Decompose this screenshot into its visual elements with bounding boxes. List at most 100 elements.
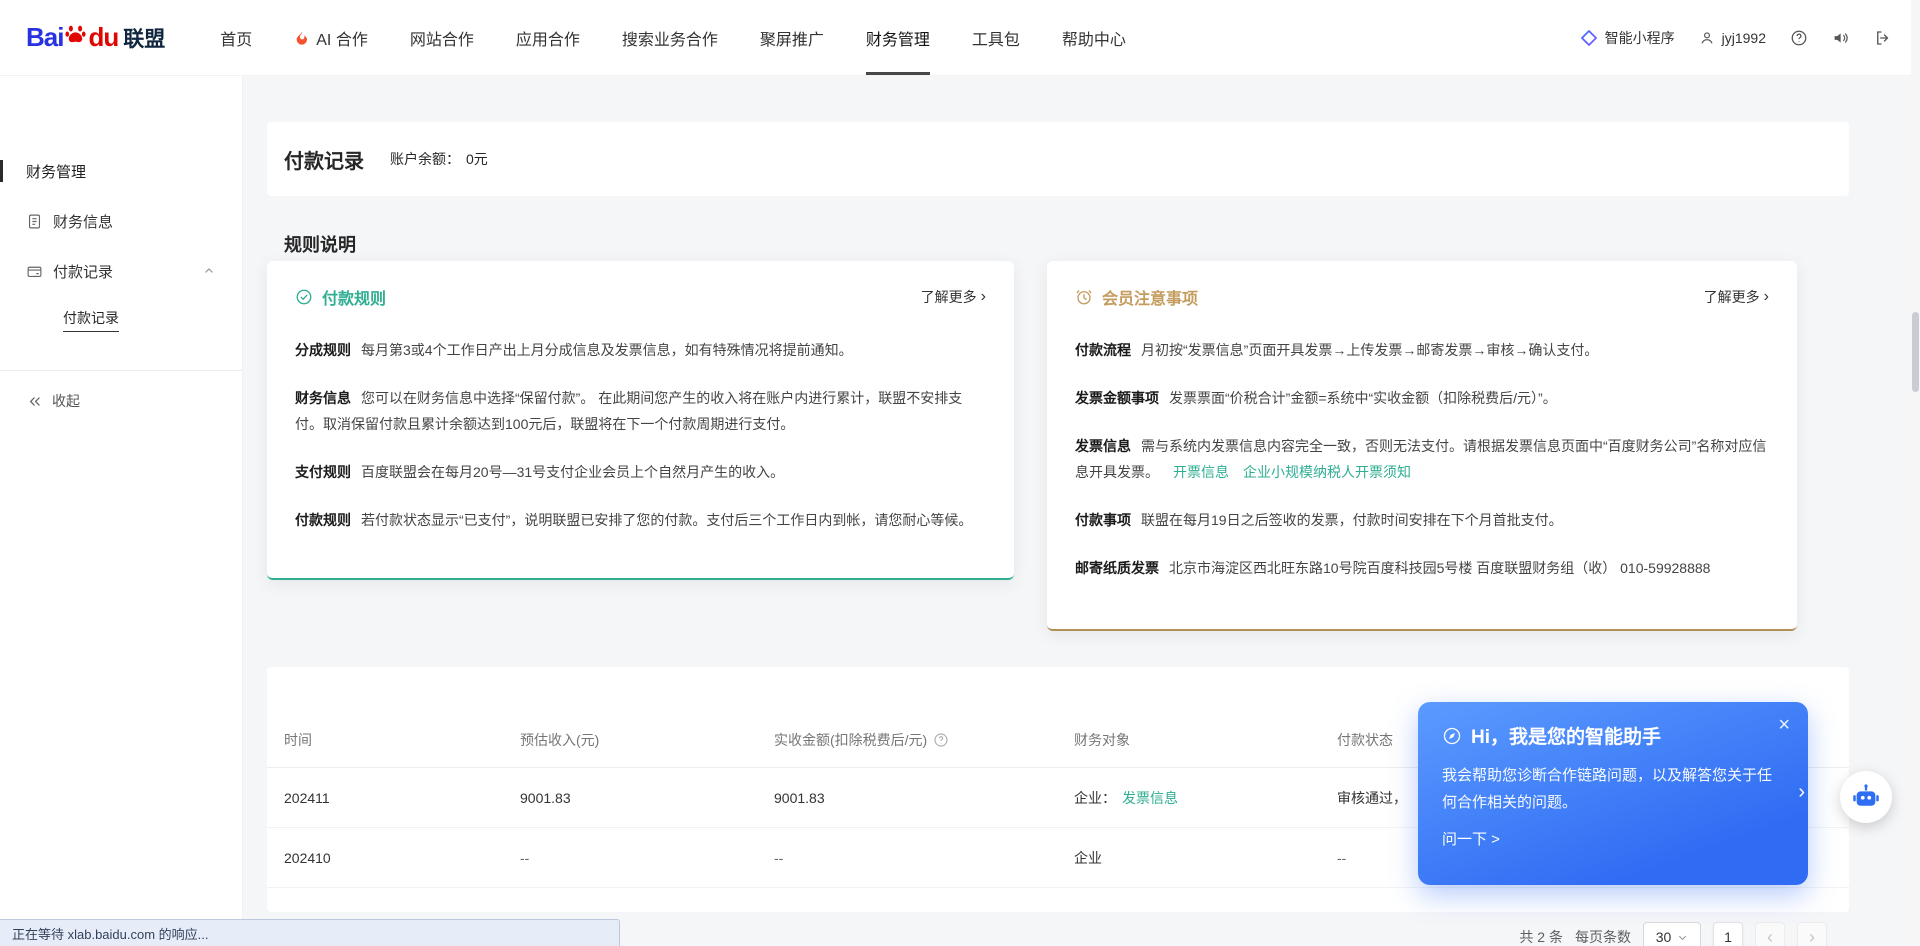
page-header-card: 付款记录 账户余额： 0元	[267, 122, 1849, 196]
sidebar: 财务管理 财务信息 付款记录 付款记录 收起	[0, 76, 243, 946]
browser-status-bubble: 正在等待 xlab.baidu.com 的响应...	[0, 919, 620, 946]
wallet-icon	[26, 263, 43, 280]
payment-rules-icon	[295, 288, 313, 306]
ask-question-link[interactable]: 问一下 >	[1442, 828, 1500, 849]
chevron-down-icon	[1677, 932, 1688, 943]
member-notes-card: 会员注意事项 了解更多 › 付款流程月初按“发票信息”页面开具发票→上传发票→邮…	[1047, 261, 1797, 631]
user-icon	[1699, 30, 1715, 46]
prev-page-button[interactable]: ‹	[1755, 922, 1785, 946]
compass-icon	[1442, 726, 1462, 746]
account-balance-label: 账户余额：	[390, 149, 460, 169]
chevron-right-icon: ›	[1809, 928, 1815, 946]
mini-program-link[interactable]: 智能小程序	[1580, 28, 1675, 48]
cell-actual: 9001.83	[774, 790, 1074, 806]
rule-item: 发票信息需与系统内发票信息内容完全一致，否则无法支付。请根据发票信息页面中“百度…	[1075, 433, 1769, 485]
payment-rules-card: 付款规则 了解更多 › 分成规则每月第3或4个工作日产出上月分成信息及发票信息，…	[267, 261, 1014, 580]
column-header-estimated-income: 预估收入(元)	[520, 730, 774, 750]
column-header-actual-amount: 实收金额(扣除税费后/元)	[774, 730, 1074, 750]
page-scrollbar	[1911, 0, 1920, 946]
sidebar-divider	[0, 370, 242, 371]
collapse-icon	[26, 393, 43, 410]
assistant-message: 我会帮助您诊断合作链路问题，以及解答您关于任何合作相关的问题。	[1442, 762, 1778, 816]
sidebar-subitem-payment-records[interactable]: 付款记录	[0, 296, 242, 344]
alarm-clock-icon	[1075, 288, 1093, 306]
logo-text-union: 联盟	[123, 23, 165, 53]
page-button-1[interactable]: 1	[1713, 922, 1743, 946]
per-page-select[interactable]: 30	[1643, 922, 1701, 946]
nav-item-screen-promotion[interactable]: 聚屏推广	[739, 0, 845, 75]
user-menu[interactable]: jyj1992	[1699, 30, 1766, 46]
member-notes-learn-more-link[interactable]: 了解更多 ›	[1704, 287, 1769, 307]
chevron-left-icon: ‹	[1767, 928, 1773, 946]
robot-icon	[1851, 782, 1881, 812]
main-nav: 首页 AI 合作 网站合作 应用合作 搜索业务合作 聚屏推广 财务管理 工具包 …	[199, 0, 1147, 75]
document-icon	[26, 213, 43, 230]
invoice-open-info-link[interactable]: 开票信息	[1173, 464, 1229, 480]
assistant-title: Hi，我是您的智能助手	[1471, 722, 1661, 749]
page-title: 付款记录	[284, 145, 364, 174]
payment-rules-learn-more-link[interactable]: 了解更多 ›	[921, 287, 986, 307]
cell-actual: --	[774, 850, 1074, 866]
cell-target: 企业： 发票信息	[1074, 788, 1337, 808]
cell-target: 企业	[1074, 848, 1337, 868]
member-notes-card-body: 付款流程月初按“发票信息”页面开具发票→上传发票→邮寄发票→审核→确认支付。 发…	[1075, 337, 1769, 581]
rule-item: 分成规则每月第3或4个工作日产出上月分成信息及发票信息，如有特殊情况将提前通知。	[295, 337, 986, 363]
chevron-right-icon: ›	[981, 289, 986, 305]
cell-estimated: --	[520, 850, 774, 866]
rule-item: 支付规则百度联盟会在每月20号—31号支付企业会员上个自然月产生的收入。	[295, 459, 986, 485]
cell-estimated: 9001.83	[520, 790, 774, 806]
logout-icon[interactable]	[1874, 29, 1892, 47]
small-taxpayer-invoice-guide-link[interactable]: 企业小规模纳税人开票须知	[1243, 464, 1411, 480]
logo-text-bai: Bai	[26, 22, 63, 53]
account-balance-value: 0元	[466, 149, 488, 169]
rule-item: 付款事项联盟在每月19日之后签收的发票，付款时间安排在下个月首批支付。	[1075, 507, 1769, 533]
sidebar-item-finance-info[interactable]: 财务信息	[0, 196, 242, 246]
nav-item-website-cooperation[interactable]: 网站合作	[389, 0, 495, 75]
column-help-icon[interactable]	[933, 732, 949, 748]
panel-arrow-icon[interactable]: ›	[1798, 782, 1805, 802]
sound-icon[interactable]	[1832, 29, 1850, 47]
baidu-union-logo[interactable]: Bai du 联盟	[26, 22, 165, 53]
nav-item-search-cooperation[interactable]: 搜索业务合作	[601, 0, 739, 75]
assistant-header: Hi，我是您的智能助手	[1442, 722, 1784, 749]
pagination: 共 2 条 每页条数 30 1 ‹ ›	[1519, 921, 1827, 946]
nav-item-home[interactable]: 首页	[199, 0, 273, 75]
assistant-robot-button[interactable]	[1840, 771, 1892, 823]
cell-time: 202410	[284, 850, 520, 866]
help-icon[interactable]	[1790, 29, 1808, 47]
nav-item-ai-cooperation[interactable]: AI 合作	[273, 0, 389, 75]
rules-section-title: 规则说明	[284, 231, 356, 257]
close-icon[interactable]: ×	[1778, 715, 1790, 735]
nav-item-toolkit[interactable]: 工具包	[951, 0, 1041, 75]
logo-text-du: du	[88, 22, 118, 53]
per-page-label: 每页条数	[1575, 927, 1631, 946]
top-navigation-bar: Bai du 联盟 首页 AI 合作 网站合作 应用合作 搜索业务合作 聚屏推广…	[0, 0, 1920, 76]
next-page-button[interactable]: ›	[1797, 922, 1827, 946]
sidebar-collapse-button[interactable]: 收起	[0, 379, 242, 423]
rule-item: 财务信息您可以在财务信息中选择“保留付款”。 在此期间您产生的收入将在账户内进行…	[295, 385, 986, 437]
column-header-time: 时间	[284, 730, 520, 750]
nav-item-finance-management[interactable]: 财务管理	[845, 0, 951, 75]
payment-rules-card-header: 付款规则 了解更多 ›	[295, 285, 986, 309]
member-notes-card-title: 会员注意事项	[1102, 285, 1198, 309]
column-header-finance-target: 财务对象	[1074, 730, 1337, 750]
rule-item: 邮寄纸质发票北京市海淀区西北旺东路10号院百度科技园5号楼 百度联盟财务组（收）…	[1075, 555, 1769, 581]
payment-rules-card-body: 分成规则每月第3或4个工作日产出上月分成信息及发票信息，如有特殊情况将提前通知。…	[295, 337, 986, 533]
sidebar-item-finance-management[interactable]: 财务管理	[0, 146, 242, 196]
cell-time: 202411	[284, 790, 520, 806]
member-notes-card-header: 会员注意事项 了解更多 ›	[1075, 285, 1769, 309]
nav-item-help-center[interactable]: 帮助中心	[1041, 0, 1147, 75]
sidebar-item-payment-records[interactable]: 付款记录	[0, 246, 242, 296]
payment-rules-card-title: 付款规则	[322, 285, 386, 309]
total-count: 共 2 条	[1519, 927, 1563, 946]
baidu-paw-icon	[64, 23, 87, 46]
scrollbar-thumb[interactable]	[1912, 312, 1919, 392]
nav-item-app-cooperation[interactable]: 应用合作	[495, 0, 601, 75]
rule-item: 发票金额事项发票票面“价税合计”金额=系统中“实收金额（扣除税费后/元）”。	[1075, 385, 1769, 411]
mini-program-icon	[1580, 29, 1598, 47]
flame-icon	[294, 30, 310, 46]
rule-item: 付款流程月初按“发票信息”页面开具发票→上传发票→邮寄发票→审核→确认支付。	[1075, 337, 1769, 363]
chevron-right-icon: ›	[1764, 289, 1769, 305]
nav-utilities: 智能小程序 jyj1992	[1580, 28, 1892, 48]
invoice-info-link[interactable]: 发票信息	[1122, 788, 1178, 808]
